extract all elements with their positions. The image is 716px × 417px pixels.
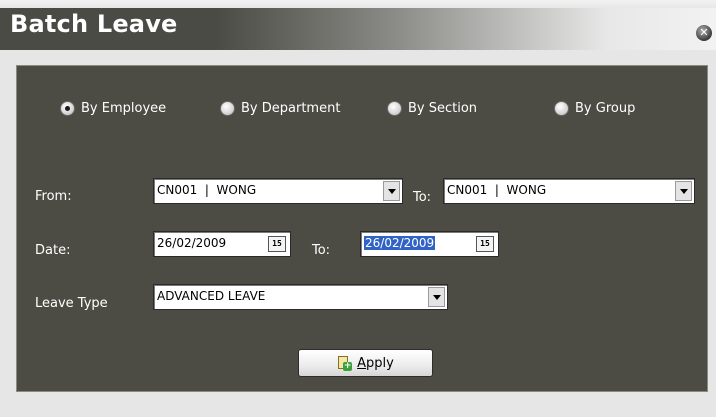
- radio-icon: [387, 100, 402, 116]
- radio-by-department[interactable]: By Department: [220, 100, 340, 116]
- chevron-down-icon[interactable]: [675, 181, 692, 201]
- leave-type-label: Leave Type: [35, 296, 108, 311]
- apply-icon: +: [337, 356, 353, 371]
- radio-icon: [554, 100, 569, 116]
- radio-by-group[interactable]: By Group: [554, 100, 635, 116]
- radio-label: By Employee: [81, 100, 167, 116]
- title-bar: Batch Leave ✕: [0, 0, 716, 50]
- from-employee-value: CN001 | WONG: [157, 183, 257, 197]
- batch-leave-window: Batch Leave ✕ By Employee By Department …: [0, 0, 716, 417]
- date-from-picker[interactable]: 26/02/2009 15: [153, 231, 291, 257]
- leave-type-select[interactable]: ADVANCED LEAVE: [153, 284, 448, 310]
- window-bottom: [0, 397, 716, 417]
- radio-icon: [220, 100, 235, 116]
- date-to-label: To:: [312, 243, 331, 258]
- date-to-value: 26/02/2009: [364, 236, 436, 250]
- radio-label: By Group: [575, 100, 636, 116]
- apply-label-rest: pply: [366, 355, 394, 371]
- window-title: Batch Leave: [10, 10, 178, 38]
- chevron-down-icon[interactable]: [383, 181, 400, 201]
- to-label: To:: [413, 190, 432, 205]
- apply-button[interactable]: + Apply: [298, 349, 433, 377]
- apply-label: Apply: [357, 356, 394, 371]
- chevron-down-icon[interactable]: [428, 287, 445, 307]
- plus-icon: +: [343, 361, 353, 371]
- date-to-picker[interactable]: 26/02/2009 15: [360, 231, 499, 257]
- radio-label: By Section: [408, 100, 478, 116]
- to-employee-value: CN001 | WONG: [447, 183, 547, 197]
- apply-mnemonic: A: [357, 355, 367, 371]
- to-employee-select[interactable]: CN001 | WONG: [443, 178, 695, 204]
- close-icon[interactable]: ✕: [696, 25, 712, 41]
- radio-selected-icon: [60, 100, 75, 116]
- from-label: From:: [35, 189, 72, 204]
- calendar-icon[interactable]: 15: [268, 236, 286, 252]
- date-from-value: 26/02/2009: [157, 236, 227, 250]
- radio-label: By Department: [241, 100, 341, 116]
- leave-type-value: ADVANCED LEAVE: [157, 289, 266, 303]
- radio-by-section[interactable]: By Section: [387, 100, 477, 116]
- date-label: Date:: [35, 243, 71, 258]
- from-employee-select[interactable]: CN001 | WONG: [153, 178, 403, 204]
- calendar-icon[interactable]: 15: [476, 236, 494, 252]
- radio-by-employee[interactable]: By Employee: [60, 100, 166, 116]
